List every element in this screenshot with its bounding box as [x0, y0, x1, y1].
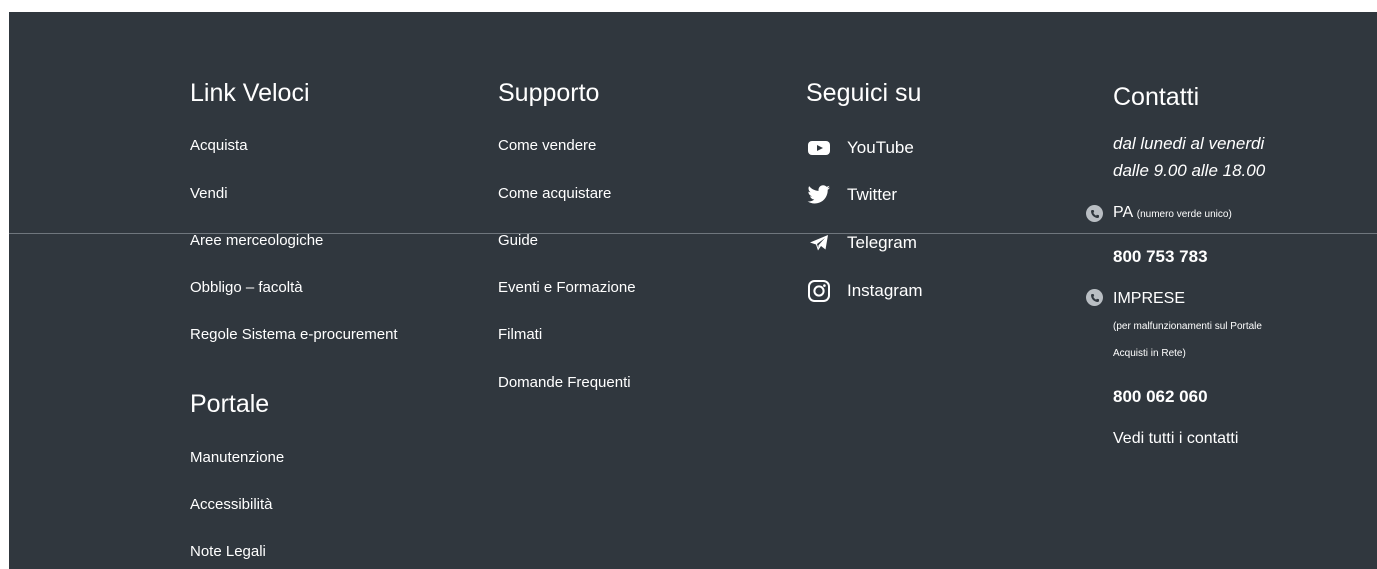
- youtube-icon: [806, 135, 832, 161]
- link-manutenzione[interactable]: Manutenzione: [190, 448, 284, 468]
- pa-phone-number[interactable]: 800 753 783: [1113, 246, 1208, 268]
- pa-label: PA (numero verde unico): [1113, 203, 1232, 225]
- pa-note: (numero verde unico): [1136, 209, 1232, 220]
- link-eventi-formazione[interactable]: Eventi e Formazione: [498, 278, 636, 298]
- social-label-telegram: Telegram: [847, 233, 917, 252]
- social-label-youtube: YouTube: [847, 138, 914, 157]
- link-note-legali[interactable]: Note Legali: [190, 542, 266, 562]
- twitter-icon: [806, 182, 832, 208]
- support-heading: Supporto: [498, 79, 600, 107]
- all-contacts-link[interactable]: Vedi tutti i contatti: [1113, 429, 1238, 449]
- link-domande-frequenti[interactable]: Domande Frequenti: [498, 373, 631, 393]
- contact-hours-days: dal lunedi al venerdi: [1113, 134, 1265, 153]
- portal-heading: Portale: [190, 390, 270, 418]
- telegram-icon: [806, 230, 832, 256]
- contacts-heading: Contatti: [1113, 83, 1200, 111]
- link-regole-e-procurement[interactable]: Regole Sistema e-procurement: [190, 325, 398, 345]
- business-label: IMPRESE: [1113, 290, 1186, 307]
- social-link-telegram[interactable]: Telegram: [806, 229, 917, 257]
- instagram-icon: [806, 278, 832, 304]
- quick-links-heading: Link Veloci: [190, 79, 310, 107]
- link-aree-merceologiche[interactable]: Aree merceologiche: [190, 231, 323, 251]
- social-link-twitter[interactable]: Twitter: [806, 181, 897, 209]
- phone-icon: [1086, 205, 1103, 222]
- contact-hours-time: dalle 9.00 alle 18.00: [1113, 161, 1266, 180]
- pa-label-text: PA: [1113, 204, 1133, 221]
- link-vendi[interactable]: Vendi: [190, 184, 228, 204]
- link-come-vendere[interactable]: Come vendere: [498, 136, 596, 156]
- link-accessibilita[interactable]: Accessibilità: [190, 495, 273, 515]
- business-note-line2: Acquisti in Rete): [1113, 348, 1186, 359]
- business-phone-number[interactable]: 800 062 060: [1113, 386, 1208, 408]
- social-heading: Seguici su: [806, 79, 922, 107]
- social-link-instagram[interactable]: Instagram: [806, 277, 923, 305]
- business-note-line1: (per malfunzionamenti sul Portale: [1113, 321, 1262, 332]
- site-footer: Link Veloci Acquista Vendi Aree merceolo…: [9, 12, 1377, 569]
- social-label-instagram: Instagram: [847, 281, 923, 300]
- link-come-acquistare[interactable]: Come acquistare: [498, 184, 611, 204]
- link-guide[interactable]: Guide: [498, 231, 538, 251]
- link-filmati[interactable]: Filmati: [498, 325, 542, 345]
- social-label-twitter: Twitter: [847, 185, 898, 204]
- phone-icon: [1086, 289, 1103, 306]
- link-obbligo-facolta[interactable]: Obbligo – facoltà: [190, 278, 303, 298]
- link-acquista[interactable]: Acquista: [190, 136, 248, 156]
- social-link-youtube[interactable]: YouTube: [806, 134, 914, 162]
